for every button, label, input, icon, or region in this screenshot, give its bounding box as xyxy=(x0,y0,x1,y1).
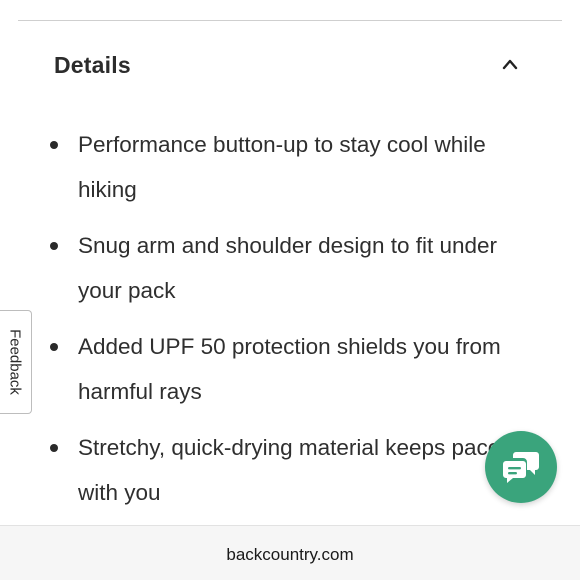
feedback-tab[interactable]: Feedback xyxy=(0,310,32,414)
chevron-up-icon[interactable] xyxy=(502,58,518,70)
list-item-text: Snug arm and shoulder design to fit unde… xyxy=(78,233,498,303)
details-accordion-header[interactable]: Details xyxy=(18,40,562,92)
chat-bubbles-icon xyxy=(503,452,539,483)
list-item-text: Added UPF 50 protection shields you from… xyxy=(78,334,501,404)
details-section-title: Details xyxy=(54,52,131,78)
bullet-icon xyxy=(50,343,58,351)
list-item-text: Stretchy, quick-drying material keeps pa… xyxy=(78,435,501,505)
bullet-icon xyxy=(50,242,58,250)
url-text[interactable]: backcountry.com xyxy=(0,545,580,565)
chat-button[interactable] xyxy=(485,431,557,503)
list-item: Performance button-up to stay cool while… xyxy=(0,122,580,212)
section-divider xyxy=(18,20,562,21)
bullet-icon xyxy=(50,141,58,149)
bullet-icon xyxy=(50,444,58,452)
product-details-page: Details Performance button-up to stay co… xyxy=(0,0,580,580)
feedback-label: Feedback xyxy=(6,329,23,395)
browser-address-bar[interactable]: backcountry.com xyxy=(0,525,580,580)
list-item: Snug arm and shoulder design to fit unde… xyxy=(0,223,580,313)
list-item-text: Performance button-up to stay cool while… xyxy=(78,132,486,202)
list-item: Added UPF 50 protection shields you from… xyxy=(0,324,580,414)
